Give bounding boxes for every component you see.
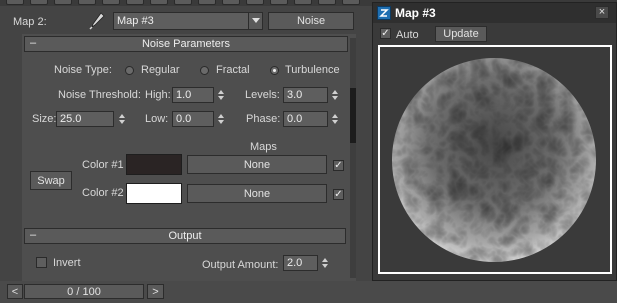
auto-checkbox[interactable]: ✓ (380, 28, 391, 39)
low-label: Low: (145, 113, 169, 125)
levels-input[interactable]: 3.0 (283, 87, 328, 103)
map-name-dropdown[interactable]: Map #3 (113, 12, 263, 30)
collapse-icon[interactable]: – (30, 37, 36, 49)
toolbar-tool-icon[interactable] (246, 0, 264, 5)
toolbar-tool-icon[interactable] (294, 0, 312, 5)
map-window-title: Map #3 (395, 6, 436, 20)
high-label: High: (145, 89, 171, 101)
eyedropper-icon[interactable] (88, 11, 106, 31)
radio-fractal[interactable] (200, 66, 209, 75)
map-name-value: Map #3 (117, 15, 154, 27)
toolbar-tool-icon[interactable] (342, 0, 360, 5)
time-slider[interactable]: 0 / 100 (24, 284, 144, 299)
high-spinner[interactable] (216, 87, 226, 103)
output-amount-input[interactable]: 2.0 (283, 255, 318, 271)
invert-checkbox[interactable] (36, 257, 47, 268)
levels-spinner[interactable] (330, 87, 340, 103)
phase-input[interactable]: 0.0 (283, 111, 328, 127)
toolbar-tool-icon[interactable] (54, 0, 72, 5)
noise-threshold-label: Noise Threshold: (58, 89, 141, 101)
map-type-button[interactable]: Noise (268, 12, 354, 30)
prev-frame-button[interactable]: < (7, 284, 23, 299)
radio-regular-label: Regular (141, 64, 180, 76)
toolbar-tool-icon[interactable] (270, 0, 288, 5)
close-icon[interactable]: × (595, 6, 609, 19)
noise-sphere-image (392, 58, 596, 262)
size-spinner[interactable] (117, 111, 127, 127)
toolbar-tool-icon[interactable] (6, 0, 24, 5)
color2-map-button[interactable]: None (187, 184, 327, 203)
map-preview-window: Map #3 × ✓ Auto Update (372, 2, 617, 281)
color1-label: Color #1 (82, 159, 124, 171)
map-slot-label: Map 2: (13, 16, 47, 28)
toolbar-tool-icon[interactable] (30, 0, 48, 5)
toolbar-tool-icon[interactable] (102, 0, 120, 5)
auto-label: Auto (396, 29, 419, 41)
map-window-titlebar[interactable]: Map #3 × (373, 3, 616, 23)
noise-type-label: Noise Type: (54, 64, 112, 76)
next-frame-button[interactable]: > (147, 284, 164, 299)
panel-scrollbar-thumb[interactable] (350, 88, 356, 143)
color1-map-checkbox[interactable]: ✓ (333, 160, 344, 171)
toolbar-tool-icon[interactable] (198, 0, 216, 5)
color2-map-checkbox[interactable]: ✓ (333, 189, 344, 200)
app-logo-icon (377, 6, 391, 20)
color2-label: Color #2 (82, 187, 124, 199)
chevron-down-icon[interactable] (248, 13, 262, 29)
color2-swatch[interactable] (126, 183, 182, 204)
map-preview-canvas[interactable] (378, 45, 612, 274)
color1-map-button[interactable]: None (187, 155, 327, 174)
phase-spinner[interactable] (330, 111, 340, 127)
rollout-title: Noise Parameters (141, 38, 231, 50)
rollout-title: Output (168, 230, 202, 242)
color1-swatch[interactable] (126, 154, 182, 175)
maps-header: Maps (250, 141, 277, 153)
update-button[interactable]: Update (435, 26, 487, 42)
radio-turbulence[interactable] (270, 66, 279, 75)
phase-label: Phase: (246, 113, 281, 125)
radio-turbulence-label: Turbulence (285, 64, 340, 76)
noise-parameters-rollout-header[interactable]: – Noise Parameters (24, 36, 348, 52)
low-spinner[interactable] (216, 111, 226, 127)
radio-regular[interactable] (125, 66, 134, 75)
toolbar-tool-icon[interactable] (150, 0, 168, 5)
output-amount-label: Output Amount: (202, 259, 279, 271)
size-input[interactable]: 25.0 (56, 111, 114, 127)
invert-label: Invert (53, 257, 81, 269)
high-input[interactable]: 1.0 (172, 87, 214, 103)
panel-scrollbar[interactable] (350, 38, 356, 278)
low-input[interactable]: 0.0 (172, 111, 214, 127)
size-label: Size: (32, 113, 57, 125)
toolbar-tool-icon[interactable] (174, 0, 192, 5)
output-rollout-header[interactable]: – Output (24, 228, 346, 244)
output-amount-spinner[interactable] (320, 255, 330, 271)
radio-fractal-label: Fractal (216, 64, 250, 76)
toolbar-tool-icon[interactable] (78, 0, 96, 5)
toolbar-tool-icon[interactable] (222, 0, 240, 5)
levels-label: Levels: (245, 89, 280, 101)
collapse-icon[interactable]: – (30, 229, 36, 241)
toolbar-tool-icon[interactable] (318, 0, 336, 5)
swap-button[interactable]: Swap (30, 171, 72, 190)
toolbar-tool-icon[interactable] (126, 0, 144, 5)
